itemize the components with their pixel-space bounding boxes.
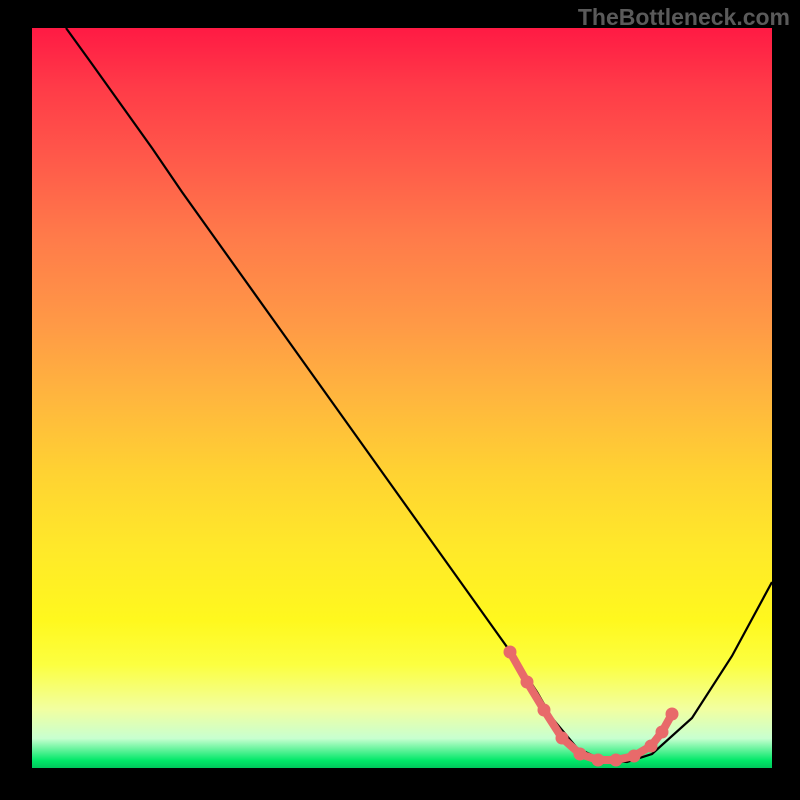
highlight-marker: [645, 740, 658, 753]
highlight-marker: [538, 704, 551, 717]
chart-plot-area: [32, 28, 772, 768]
highlight-marker: [656, 726, 669, 739]
highlight-marker: [521, 676, 534, 689]
chart-svg: [32, 28, 772, 768]
highlight-markers: [504, 646, 679, 767]
highlight-marker: [574, 748, 587, 761]
highlight-marker: [666, 708, 679, 721]
highlight-marker: [504, 646, 517, 659]
highlight-marker: [556, 732, 569, 745]
highlight-marker: [592, 754, 605, 767]
highlight-marker: [610, 754, 623, 767]
watermark-text: TheBottleneck.com: [578, 4, 790, 31]
bottleneck-curve: [66, 28, 772, 762]
highlight-marker: [628, 750, 641, 763]
